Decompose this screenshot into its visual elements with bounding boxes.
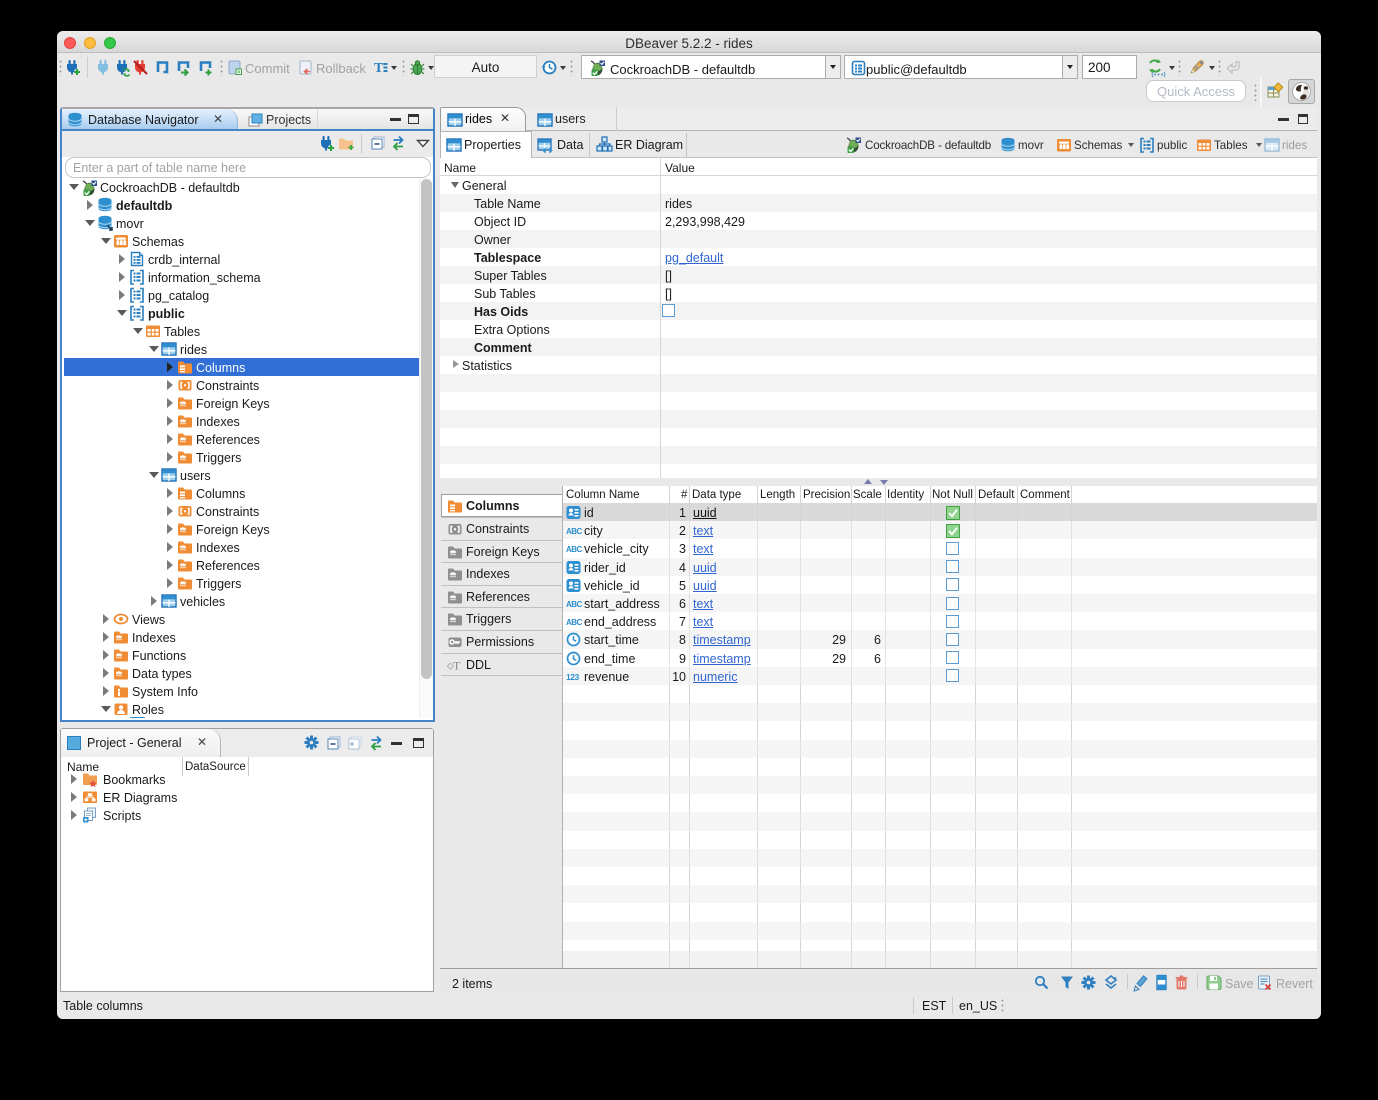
svg-text:ABC: ABC: [566, 600, 583, 609]
svg-text:T: T: [374, 61, 384, 76]
svg-text:ABC: ABC: [566, 618, 583, 627]
svg-text:ABC: ABC: [566, 527, 583, 536]
svg-text:ABC: ABC: [566, 545, 583, 554]
svg-text:123: 123: [566, 672, 579, 682]
svg-text:T: T: [453, 658, 461, 672]
